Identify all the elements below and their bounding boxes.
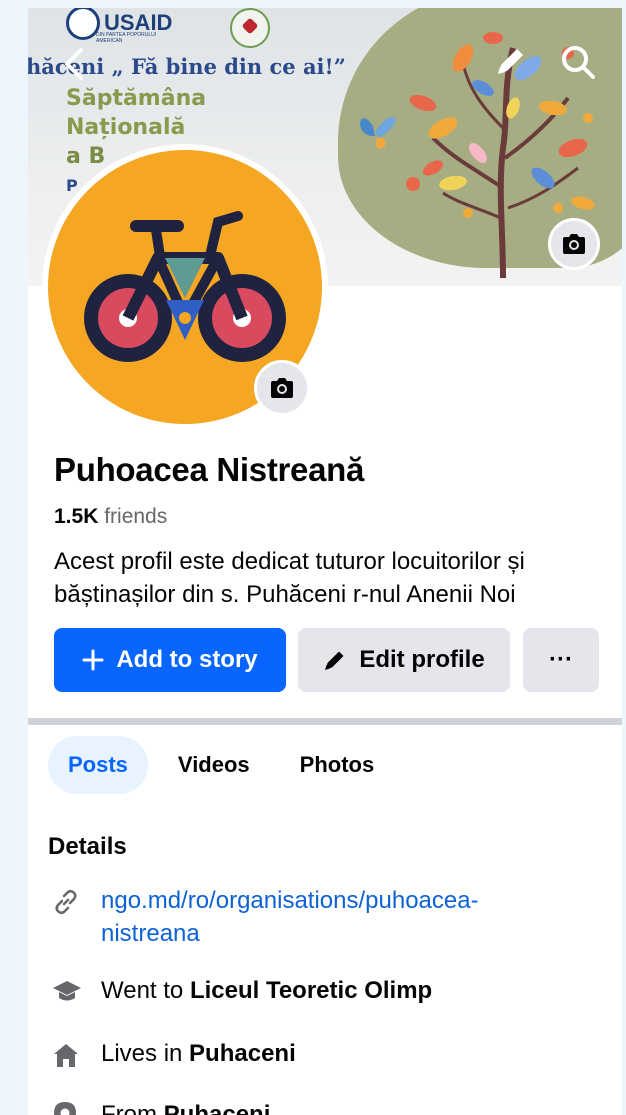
tab-photos[interactable]: Photos (280, 736, 395, 794)
search-button[interactable] (554, 38, 602, 86)
detail-education: Went to Liceul Teoretic Olimp (48, 974, 432, 1010)
education-prefix: Went to (101, 977, 184, 1004)
heart-seal-logo (230, 8, 270, 48)
pencil-icon (498, 49, 523, 74)
tab-posts[interactable]: Posts (48, 736, 148, 794)
graduation-cap-icon (48, 974, 88, 1010)
lives-in-prefix: Lives in (101, 1040, 183, 1067)
details-heading: Details (48, 833, 127, 860)
location-pin-icon (48, 1098, 88, 1115)
back-arrow-icon (65, 48, 83, 80)
education-text: Went to Liceul Teoretic Olimp (101, 974, 432, 1007)
profile-screen: USAID DIN PARTEA POPORULUI AMERICAN hăce… (28, 8, 622, 1115)
usaid-seal-icon (66, 8, 100, 40)
from-place[interactable]: Puhaceni (164, 1101, 271, 1115)
search-icon (562, 46, 595, 79)
friends-count[interactable]: 1.5K friends (54, 505, 167, 529)
edit-profile-label: Edit profile (359, 646, 485, 673)
edit-profile-button[interactable]: Edit profile (298, 628, 510, 692)
from-text: From Puhaceni (101, 1098, 270, 1115)
education-school[interactable]: Liceul Teoretic Olimp (190, 977, 432, 1004)
detail-lives-in: Lives in Puhaceni (48, 1037, 296, 1073)
add-to-story-button[interactable]: Add to story (54, 628, 286, 692)
friends-count-value: 1.5K (54, 505, 99, 528)
lives-in-text: Lives in Puhaceni (101, 1037, 296, 1070)
camera-icon (271, 378, 293, 398)
more-options-icon: ··· (549, 646, 573, 673)
home-icon (48, 1037, 88, 1073)
lives-in-place[interactable]: Puhaceni (189, 1040, 296, 1067)
detail-website[interactable]: ngo.md/ro/organisations/puhoacea-nistrea… (48, 884, 561, 950)
campaign-line-1: Săptămâna (66, 86, 207, 111)
link-icon (48, 884, 88, 920)
campaign-line-2: Națională (66, 115, 186, 140)
tab-videos[interactable]: Videos (158, 736, 270, 794)
profile-name: Puhoacea Nistreană (54, 451, 365, 488)
profile-bio: Acest profil este dedicat tuturor locuit… (54, 548, 525, 608)
profile-tabs: Posts Videos Photos (48, 736, 394, 794)
pencil-icon (325, 651, 344, 670)
friends-label: friends (104, 505, 168, 528)
more-options-button[interactable]: ··· (523, 628, 599, 692)
website-link[interactable]: ngo.md/ro/organisations/puhoacea-nistrea… (101, 884, 561, 950)
plus-icon (82, 649, 104, 671)
add-to-story-label: Add to story (116, 646, 258, 673)
section-divider (28, 718, 622, 725)
change-cover-camera-button[interactable] (548, 218, 600, 270)
camera-icon (563, 234, 585, 254)
usaid-logo-subtitle: DIN PARTEA POPORULUI AMERICAN (96, 32, 157, 44)
edit-cover-button[interactable] (486, 38, 534, 86)
from-prefix: From (101, 1101, 157, 1115)
detail-from: From Puhaceni (48, 1098, 270, 1115)
change-avatar-camera-button[interactable] (254, 360, 310, 416)
back-button[interactable] (50, 40, 98, 88)
